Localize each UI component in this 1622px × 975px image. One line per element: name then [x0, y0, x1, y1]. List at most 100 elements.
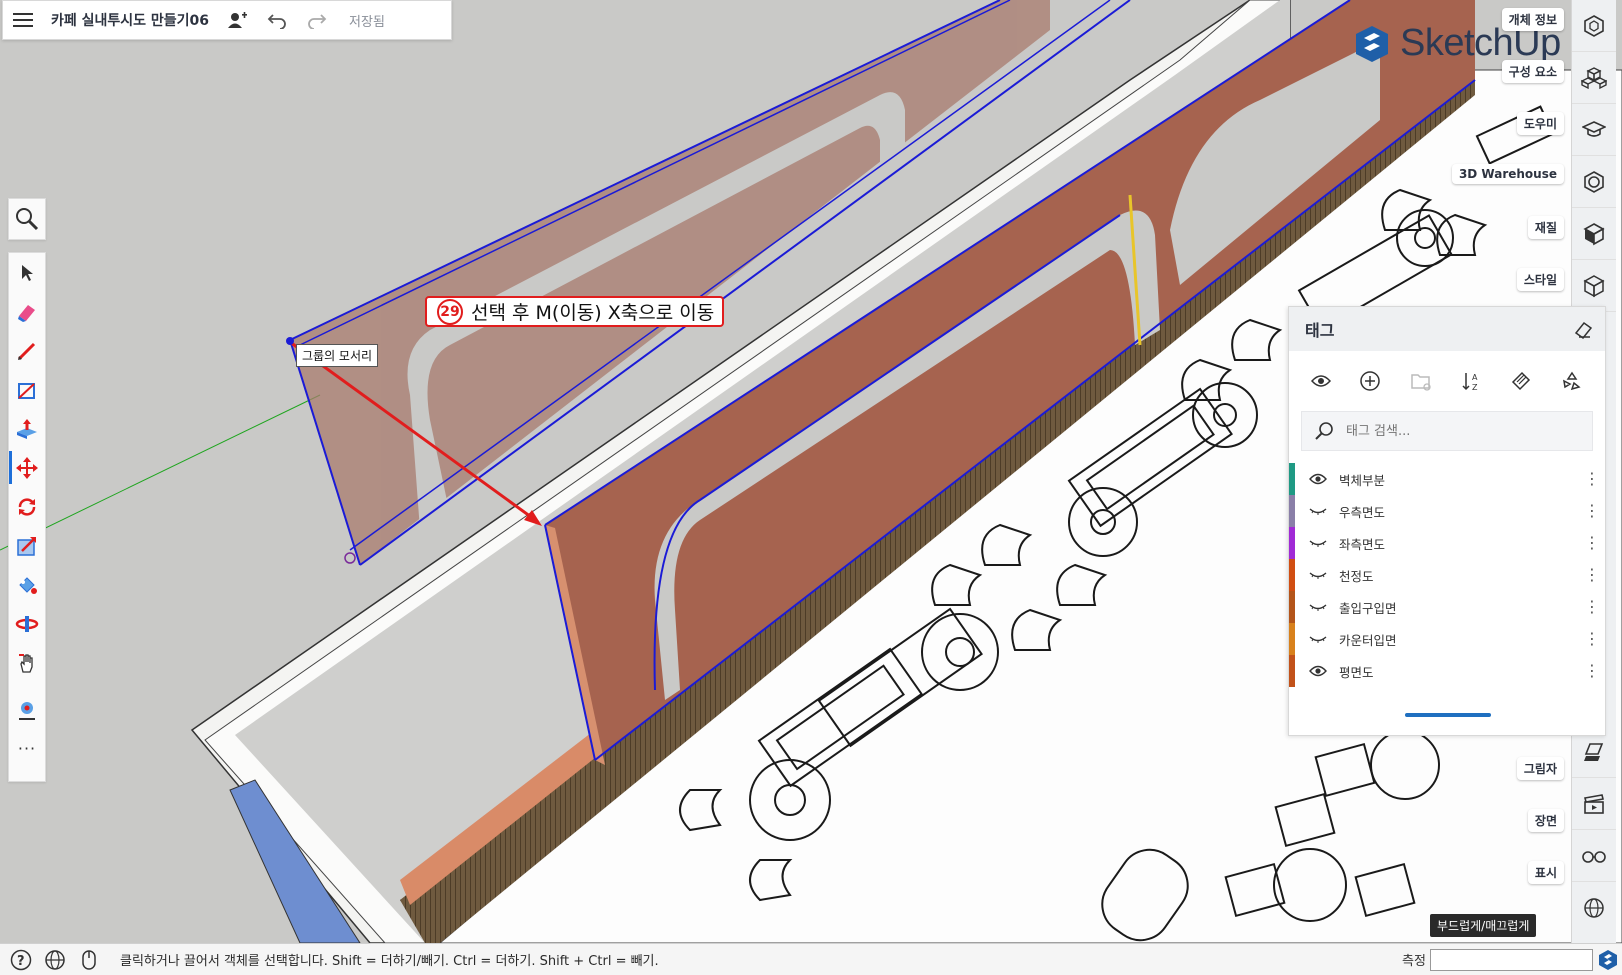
tag-row[interactable]: 출입구입면 ⋮	[1289, 591, 1605, 623]
entity-info-button[interactable]	[1572, 0, 1616, 52]
measurements-input[interactable]	[1430, 949, 1593, 971]
eye-closed-icon[interactable]	[1309, 568, 1327, 582]
styles-button[interactable]	[1572, 260, 1616, 312]
more-tools[interactable]: ···	[9, 729, 45, 768]
eye-closed-icon[interactable]	[1309, 536, 1327, 550]
tag-more-icon[interactable]: ⋮	[1579, 535, 1605, 551]
tag-more-icon[interactable]: ⋮	[1579, 503, 1605, 519]
move-tool[interactable]	[9, 448, 45, 487]
tag-more-icon[interactable]: ⋮	[1579, 631, 1605, 647]
search-icon	[1315, 422, 1333, 440]
tag-visibility-toggle[interactable]	[1307, 664, 1329, 678]
eye-icon[interactable]	[1309, 472, 1327, 486]
tag-row[interactable]: 평면도 ⋮	[1289, 655, 1605, 687]
tag-visibility-toggle[interactable]	[1307, 568, 1329, 582]
line-tool[interactable]	[9, 331, 45, 370]
tags-toolbar: AZ	[1289, 351, 1605, 411]
scale-tool[interactable]	[9, 526, 45, 565]
rectangle-tool[interactable]	[9, 370, 45, 409]
tag-color-swatch[interactable]	[1289, 495, 1295, 527]
display-button[interactable]	[1572, 830, 1616, 882]
eye-closed-icon[interactable]	[1309, 504, 1327, 518]
rectangle-icon	[18, 382, 35, 399]
tag-visibility-toggle[interactable]	[1307, 472, 1329, 486]
globe-button[interactable]	[1572, 882, 1616, 934]
tag-search-input[interactable]	[1346, 423, 1566, 439]
tag-row[interactable]: 천정도 ⋮	[1289, 559, 1605, 591]
scenes-clapper-icon	[1584, 793, 1604, 814]
orbit-tool[interactable]	[9, 604, 45, 643]
eye-icon[interactable]	[1309, 664, 1327, 678]
model-title[interactable]: 카페 실내투시도 만들기06	[51, 10, 209, 30]
rotate-tool[interactable]	[9, 487, 45, 526]
sketchup-mini-logo-icon	[1599, 950, 1617, 970]
push-pull-tool[interactable]	[9, 409, 45, 448]
warehouse-button[interactable]	[1572, 156, 1616, 208]
purge-recycle-icon[interactable]	[1561, 370, 1583, 392]
eraser-tag-icon[interactable]	[1573, 319, 1593, 339]
tag-visibility-toggle[interactable]	[1307, 632, 1329, 646]
eye-closed-icon[interactable]	[1309, 632, 1327, 646]
search-tool[interactable]	[9, 199, 45, 238]
position-camera-tool[interactable]	[9, 690, 45, 729]
tag-name: 출입구입면	[1339, 600, 1397, 616]
tag-more-icon[interactable]: ⋮	[1579, 567, 1605, 583]
tag-more-icon[interactable]: ⋮	[1579, 471, 1605, 487]
color-by-tag-icon[interactable]	[1510, 370, 1532, 392]
label-3d-warehouse: 3D Warehouse	[1451, 164, 1564, 184]
scale-icon	[17, 536, 36, 556]
orbit-icon	[15, 615, 39, 632]
tag-search-box[interactable]	[1301, 411, 1593, 451]
label-components: 구성 요소	[1501, 60, 1564, 83]
position-camera-icon	[19, 701, 35, 720]
tags-scrollbar[interactable]	[1405, 713, 1491, 717]
label-scenes: 장면	[1527, 809, 1564, 832]
tag-visibility-toggle[interactable]	[1307, 536, 1329, 550]
smooth-toggle[interactable]: 부드럽게/매끄럽게	[1430, 914, 1537, 937]
undo-icon[interactable]	[257, 0, 297, 40]
tag-visibility-toggle[interactable]	[1307, 600, 1329, 614]
tag-row[interactable]: 우측면도 ⋮	[1289, 495, 1605, 527]
tag-color-swatch[interactable]	[1289, 591, 1295, 623]
tag-more-icon[interactable]: ⋮	[1579, 599, 1605, 615]
instructor-button[interactable]	[1572, 104, 1616, 156]
label-materials: 재질	[1527, 216, 1564, 239]
graduation-cap-icon	[1582, 120, 1606, 137]
tag-more-icon[interactable]: ⋮	[1579, 663, 1605, 679]
scenes-button[interactable]	[1572, 778, 1616, 830]
add-user-icon[interactable]	[217, 0, 257, 40]
select-tool[interactable]	[9, 253, 45, 292]
add-tag-icon[interactable]	[1359, 370, 1381, 392]
eraser-tool[interactable]	[9, 292, 45, 331]
eye-icon[interactable]	[1311, 373, 1332, 389]
redo-icon[interactable]	[297, 0, 337, 40]
mouse-mode-button[interactable]	[72, 949, 106, 971]
tag-color-swatch[interactable]	[1289, 527, 1295, 559]
step-instruction: 선택 후 M(이동) X축으로 이동	[471, 302, 715, 324]
components-button[interactable]	[1572, 52, 1616, 104]
materials-button[interactable]	[1572, 208, 1616, 260]
tag-row[interactable]: 벽체부분 ⋮	[1289, 463, 1605, 495]
add-folder-icon[interactable]	[1410, 371, 1432, 391]
sort-icon[interactable]: AZ	[1460, 370, 1482, 392]
menu-icon[interactable]	[3, 0, 43, 40]
eye-closed-icon[interactable]	[1309, 600, 1327, 614]
help-button[interactable]: ?	[4, 949, 38, 971]
tag-visibility-toggle[interactable]	[1307, 504, 1329, 518]
mouse-icon	[82, 949, 96, 970]
geo-location-button[interactable]	[38, 949, 72, 971]
tag-color-swatch[interactable]	[1289, 559, 1295, 591]
more-dots-icon: ···	[17, 739, 37, 758]
tag-name: 벽체부분	[1339, 472, 1386, 488]
paint-bucket-tool[interactable]	[9, 565, 45, 604]
tool-palette: ···	[8, 252, 46, 782]
rotate-icon	[18, 497, 36, 516]
status-bar: ? 클릭하거나 끌어서 객체를 선택합니다. Shift = 더하기/빼기. C…	[0, 943, 1622, 975]
globe-icon	[1584, 898, 1604, 918]
tag-color-swatch[interactable]	[1289, 463, 1295, 495]
tag-color-swatch[interactable]	[1289, 655, 1295, 687]
pan-tool[interactable]	[9, 643, 45, 682]
tag-row[interactable]: 좌측면도 ⋮	[1289, 527, 1605, 559]
tag-row[interactable]: 카운터입면 ⋮	[1289, 623, 1605, 655]
tag-color-swatch[interactable]	[1289, 623, 1295, 655]
